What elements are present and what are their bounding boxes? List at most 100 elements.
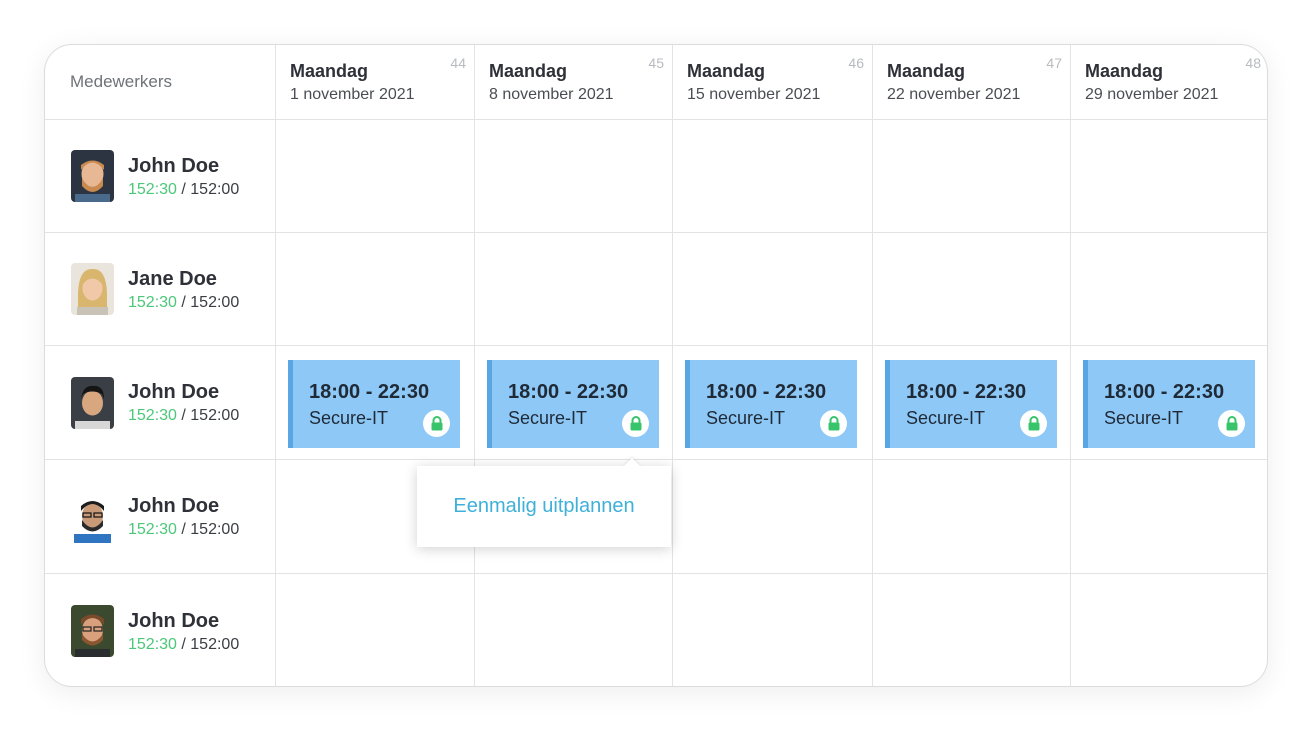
shift-block[interactable]: 18:00 - 22:30 Secure-IT bbox=[885, 360, 1057, 448]
schedule-slot[interactable] bbox=[1071, 574, 1267, 686]
lock-icon bbox=[1020, 410, 1047, 437]
shift-block[interactable]: 18:00 - 22:30 Secure-IT bbox=[1083, 360, 1255, 448]
employee-cell[interactable]: John Doe 152:30 / 152:00 bbox=[45, 460, 276, 574]
week-header-44: Maandag 1 november 2021 44 bbox=[276, 45, 475, 120]
employee-cell[interactable]: Jane Doe 152:30 / 152:00 bbox=[45, 233, 276, 346]
schedule-slot[interactable] bbox=[276, 233, 475, 346]
employee-name: John Doe bbox=[128, 381, 220, 403]
schedule-slot[interactable] bbox=[475, 233, 673, 346]
employees-header-label: Medewerkers bbox=[70, 72, 173, 91]
hours-contract: 152:00 bbox=[190, 407, 240, 424]
hours-contract: 152:00 bbox=[190, 293, 240, 311]
hours-separator: / bbox=[176, 635, 191, 653]
schedule-slot[interactable] bbox=[475, 120, 673, 233]
week-number: 47 bbox=[1046, 55, 1062, 71]
employee-cell[interactable]: John Doe 152:30 / 152:00 bbox=[45, 346, 276, 460]
shift-time: 18:00 - 22:30 bbox=[1104, 381, 1225, 403]
schedule-slot[interactable] bbox=[873, 233, 1071, 346]
week-header-48: Maandag 29 november 2021 48 bbox=[1071, 45, 1267, 120]
avatar bbox=[71, 605, 114, 657]
shift-context-popup: Eenmalig uitplannen bbox=[417, 458, 671, 547]
week-number: 46 bbox=[848, 55, 864, 71]
schedule-slot[interactable] bbox=[1071, 233, 1267, 346]
lock-icon bbox=[820, 410, 847, 437]
week-header-45: Maandag 8 november 2021 45 bbox=[475, 45, 673, 120]
employee-hours: 152:30 / 152:00 bbox=[128, 294, 239, 312]
schedule-slot[interactable] bbox=[1071, 460, 1267, 574]
hours-worked: 152:30 bbox=[128, 635, 177, 653]
hours-worked: 152:30 bbox=[128, 407, 177, 424]
shift-block[interactable]: 18:00 - 22:30 Secure-IT bbox=[685, 360, 857, 448]
week-number: 45 bbox=[648, 55, 664, 71]
employee-hours: 152:30 / 152:00 bbox=[128, 636, 239, 654]
shift-client: Secure-IT bbox=[508, 408, 588, 428]
week-number: 44 bbox=[450, 55, 466, 71]
shift-time: 18:00 - 22:30 bbox=[906, 381, 1027, 403]
schedule-slot[interactable] bbox=[475, 574, 673, 686]
shift-client: Secure-IT bbox=[1104, 408, 1184, 428]
hours-worked: 152:30 bbox=[128, 293, 177, 311]
week-date-label: 29 november 2021 bbox=[1085, 86, 1219, 103]
schedule-slot[interactable] bbox=[673, 574, 873, 686]
schedule-slot[interactable] bbox=[673, 120, 873, 233]
schedule-grid: Medewerkers Maandag 1 november 2021 44 M… bbox=[45, 45, 1267, 686]
avatar bbox=[71, 150, 114, 202]
schedule-slot[interactable]: 18:00 - 22:30 Secure-IT bbox=[475, 346, 673, 460]
schedule-slot[interactable] bbox=[673, 233, 873, 346]
week-day-label: Maandag bbox=[489, 61, 568, 81]
popup-arrow bbox=[623, 458, 641, 467]
schedule-slot[interactable] bbox=[1071, 120, 1267, 233]
schedule-slot[interactable] bbox=[276, 574, 475, 686]
shift-client: Secure-IT bbox=[706, 408, 786, 428]
employee-hours: 152:30 / 152:00 bbox=[128, 521, 239, 539]
week-date-label: 22 november 2021 bbox=[887, 86, 1021, 103]
schedule-slot[interactable]: 18:00 - 22:30 Secure-IT bbox=[873, 346, 1071, 460]
hours-separator: / bbox=[176, 293, 191, 311]
shift-time: 18:00 - 22:30 bbox=[508, 381, 629, 403]
schedule-slot[interactable]: 18:00 - 22:30 Secure-IT bbox=[276, 346, 475, 460]
shift-client: Secure-IT bbox=[906, 408, 986, 428]
schedule-slot[interactable] bbox=[673, 460, 873, 574]
hours-worked: 152:30 bbox=[128, 180, 177, 198]
schedule-slot[interactable] bbox=[276, 120, 475, 233]
week-date-label: 15 november 2021 bbox=[687, 86, 821, 103]
employee-cell[interactable]: John Doe 152:30 / 152:00 bbox=[45, 574, 276, 686]
employee-name: John Doe bbox=[128, 154, 220, 177]
hours-separator: / bbox=[176, 521, 191, 538]
week-header-46: Maandag 15 november 2021 46 bbox=[673, 45, 873, 120]
week-header-47: Maandag 22 november 2021 47 bbox=[873, 45, 1071, 120]
week-date-label: 8 november 2021 bbox=[489, 86, 614, 103]
lock-icon bbox=[423, 410, 450, 437]
schedule-slot[interactable]: 18:00 - 22:30 Secure-IT bbox=[1071, 346, 1267, 460]
hours-worked: 152:30 bbox=[128, 521, 177, 538]
schedule-slot[interactable] bbox=[873, 460, 1071, 574]
schedule-slot[interactable] bbox=[873, 574, 1071, 686]
shift-client: Secure-IT bbox=[309, 408, 389, 428]
schedule-slot[interactable] bbox=[873, 120, 1071, 233]
week-day-label: Maandag bbox=[1085, 61, 1164, 81]
employee-hours: 152:30 / 152:00 bbox=[128, 181, 239, 199]
employee-name: John Doe bbox=[128, 609, 220, 632]
week-number: 48 bbox=[1245, 55, 1261, 71]
unschedule-once-link[interactable]: Eenmalig uitplannen bbox=[453, 495, 634, 518]
employee-hours: 152:30 / 152:00 bbox=[128, 407, 239, 425]
employee-name: Jane Doe bbox=[128, 267, 217, 290]
hours-contract: 152:00 bbox=[190, 635, 240, 653]
shift-block[interactable]: 18:00 - 22:30 Secure-IT bbox=[288, 360, 460, 448]
week-day-label: Maandag bbox=[887, 61, 966, 81]
hours-separator: / bbox=[176, 407, 191, 424]
avatar bbox=[71, 263, 114, 315]
schedule-card: Medewerkers Maandag 1 november 2021 44 M… bbox=[44, 44, 1268, 687]
lock-icon bbox=[622, 410, 649, 437]
week-date-label: 1 november 2021 bbox=[290, 86, 415, 103]
shift-time: 18:00 - 22:30 bbox=[309, 381, 430, 403]
schedule-slot[interactable]: 18:00 - 22:30 Secure-IT bbox=[673, 346, 873, 460]
lock-icon bbox=[1218, 410, 1245, 437]
avatar bbox=[71, 490, 114, 543]
hours-contract: 152:00 bbox=[190, 180, 240, 198]
employee-cell[interactable]: John Doe 152:30 / 152:00 bbox=[45, 120, 276, 233]
week-day-label: Maandag bbox=[290, 61, 369, 81]
shift-block[interactable]: 18:00 - 22:30 Secure-IT bbox=[487, 360, 659, 448]
hours-contract: 152:00 bbox=[190, 521, 240, 538]
shift-time: 18:00 - 22:30 bbox=[706, 381, 827, 403]
